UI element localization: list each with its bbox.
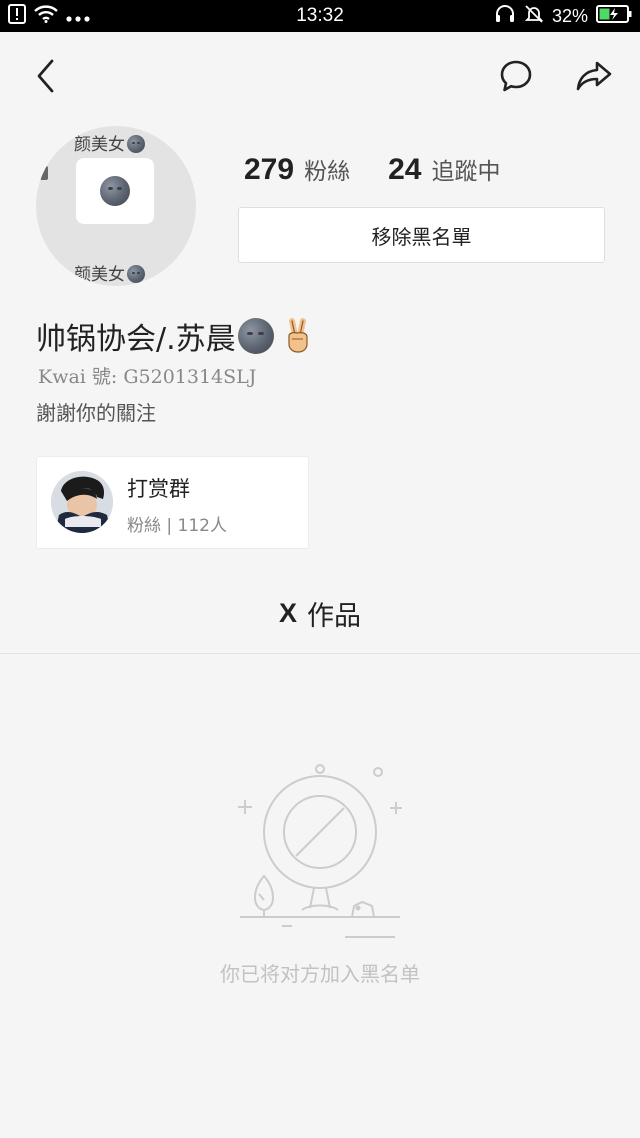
headset-icon (494, 4, 516, 28)
following-label[interactable]: 追蹤中 (431, 152, 500, 186)
profile-avatar[interactable]: 颜美女 颜美女 (36, 126, 196, 286)
blocked-empty-illustration (238, 764, 402, 938)
moon-face-icon (100, 176, 130, 206)
battery-percent: 32% (551, 5, 588, 26)
following-count[interactable]: 24 (388, 153, 421, 187)
status-right-icons: 32% (494, 4, 632, 28)
username-text: 帅锅协会/.苏晨 (36, 322, 236, 357)
moon-face-icon (127, 135, 145, 153)
moon-face-icon (237, 318, 274, 354)
followers-count[interactable]: 279 (244, 153, 294, 187)
group-name: 打赏群 (127, 477, 190, 501)
battery-charging-icon (596, 5, 632, 27)
profile-username: 帅锅协会/.苏晨 (36, 314, 316, 358)
avatar-photo-fragment (40, 166, 48, 180)
chat-bubble-icon (500, 60, 532, 92)
works-label: 作品 (307, 600, 361, 632)
works-tab[interactable]: X 作品 (0, 586, 640, 640)
followers-label[interactable]: 粉絲 (304, 152, 350, 186)
profile-stats: 279 粉絲 24 追蹤中 (244, 152, 500, 192)
avatar-tag-bottom: 颜美女 (74, 260, 145, 285)
works-count: X (278, 597, 297, 628)
profile-bio: 謝謝你的關注 (36, 401, 156, 425)
blacklist-notice: 你已将对方加入黑名单 (220, 962, 420, 986)
message-button[interactable] (492, 52, 540, 100)
chevron-left-icon (37, 59, 54, 93)
status-bar: 13:32 32% (0, 0, 640, 32)
share-button[interactable] (570, 52, 618, 100)
silent-bell-icon (524, 4, 544, 28)
share-arrow-icon (576, 61, 612, 91)
remove-from-blacklist-button[interactable]: 移除黑名單 (238, 207, 605, 263)
tab-divider (0, 653, 640, 654)
group-avatar (51, 471, 113, 533)
moon-face-icon (127, 265, 145, 283)
victory-hand-icon (280, 318, 316, 354)
back-button[interactable] (22, 52, 70, 100)
kwai-id: Kwai 號: G5201314SLJ (38, 366, 257, 388)
group-meta: 粉絲 | 112人 (127, 516, 227, 536)
fan-group-card[interactable]: 打赏群 粉絲 | 112人 (36, 456, 309, 549)
top-nav-bar (0, 32, 640, 122)
avatar-chat-bubble (76, 158, 154, 224)
avatar-tag-top: 颜美女 (74, 130, 145, 155)
